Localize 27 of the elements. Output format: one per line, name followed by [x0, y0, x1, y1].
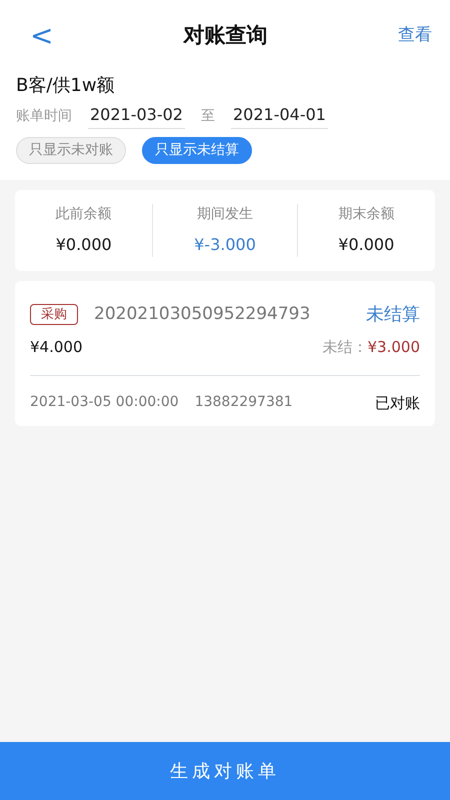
phone-number: 13882297381 [194, 393, 294, 412]
start-date-field[interactable]: 2021-03-02 [88, 103, 185, 129]
back-button[interactable]: < [30, 22, 54, 50]
filter-chip[interactable]: 只显示未对账 [16, 137, 126, 164]
summary-label: 期间发生 [196, 205, 254, 224]
type-tag: 采购 [30, 304, 78, 326]
summary-value: ¥0.000 [54, 234, 113, 256]
unsettled-label: 未结： [322, 337, 368, 358]
summary-label: 期末余额 [337, 205, 396, 224]
order-amount: ¥4.000 [30, 337, 84, 358]
settlement-status: 未结算 [366, 303, 420, 327]
order-number: 20202103050952294793 [94, 302, 312, 326]
page-title: 对账查询 [184, 22, 268, 50]
generate-statement-button[interactable]: 生成对账单 [0, 742, 450, 800]
end-date-field[interactable]: 2021-04-01 [230, 103, 328, 129]
reconcile-status: 已对账 [375, 392, 420, 414]
order-datetime: 2021-03-05 00:00:00 [30, 393, 179, 412]
party-name: B客/供1w额 [15, 74, 116, 98]
record-card[interactable]: 采购 20202103050952294793 未结算 ¥4.000 未结：¥3.000 2021-03-05 00:00:00 13882297381 已对账 [15, 281, 435, 426]
summary-label: 此前余额 [54, 205, 113, 224]
view-button[interactable]: 查看 [398, 23, 432, 49]
date-label: 账单时间 [16, 106, 72, 126]
summary-value: ¥0.000 [337, 234, 396, 256]
date-separator: 至 [200, 106, 215, 126]
unsettled-amount: ¥3.000 [368, 337, 420, 358]
summary-value: ¥-3.000 [193, 234, 257, 256]
filter-chip[interactable]: 只显示未结算 [142, 137, 252, 164]
